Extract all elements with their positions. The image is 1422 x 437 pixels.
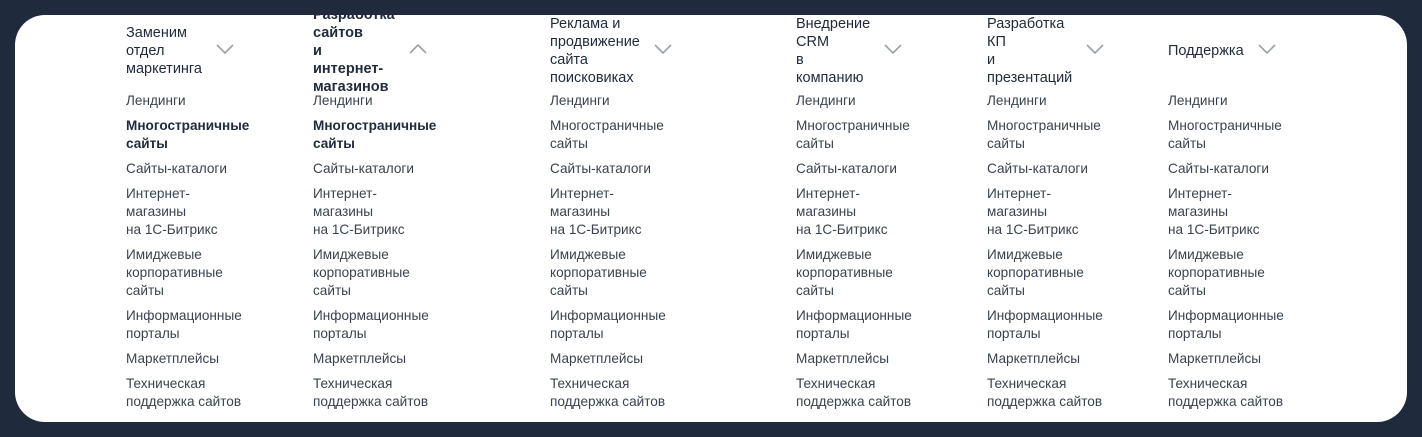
- menu-link-сайты-каталоги[interactable]: Сайты-каталоги: [126, 160, 249, 178]
- menu-column-toggle[interactable]: Разработка КП и презентаций: [987, 16, 1104, 86]
- menu-link-информационные-порталы[interactable]: Информационные порталы: [1168, 307, 1284, 343]
- menu-item-list: Лендинги Многостраничные сайты Сайты-катал…: [987, 92, 1103, 418]
- menu-link-лендинги[interactable]: Лендинги: [987, 92, 1103, 110]
- menu-link-маркетплейсы[interactable]: Маркетплейсы: [550, 350, 666, 368]
- menu-item-list: Лендинги Многостраничные сайты Сайты-катал…: [126, 92, 249, 418]
- menu-link-лендинги[interactable]: Лендинги: [1168, 92, 1284, 110]
- menu-column-toggle[interactable]: Заменим отдел маркетинга: [126, 25, 234, 77]
- menu-link-имиджевые-корпоративные-сайты[interactable]: Имиджевые корпоративные сайты: [1168, 246, 1284, 300]
- menu-column-toggle[interactable]: Внедрение CRM в компанию: [796, 16, 902, 86]
- menu-link-техническая-поддержка-сайтов[interactable]: Техническая поддержка сайтов: [1168, 375, 1284, 411]
- menu-link-лендинги[interactable]: Лендинги: [796, 92, 912, 110]
- menu-link-многостраничные-сайты[interactable]: Многостраничные сайты: [313, 117, 436, 153]
- menu-link-техническая-поддержка-сайтов[interactable]: Техническая поддержка сайтов: [313, 375, 436, 411]
- menu-link-техническая-поддержка-сайтов[interactable]: Техническая поддержка сайтов: [796, 375, 912, 411]
- menu-link-маркетплейсы[interactable]: Маркетплейсы: [796, 350, 912, 368]
- menu-link-информационные-порталы[interactable]: Информационные порталы: [987, 307, 1103, 343]
- menu-link-сайты-каталоги[interactable]: Сайты-каталоги: [796, 160, 912, 178]
- menu-link-лендинги[interactable]: Лендинги: [550, 92, 666, 110]
- menu-column-title[interactable]: Реклама и продвижение сайта поисковиках: [550, 15, 640, 87]
- chevron-down-icon[interactable]: [216, 43, 234, 55]
- menu-link-техническая-поддержка-сайтов[interactable]: Техническая поддержка сайтов: [126, 375, 249, 411]
- menu-item-list: Лендинги Многостраничные сайты Сайты-катал…: [1168, 92, 1284, 418]
- menu-link-сайты-каталоги[interactable]: Сайты-каталоги: [313, 160, 436, 178]
- menu-column-toggle[interactable]: Разработка сайтов и интернет-магазинов: [313, 15, 427, 95]
- menu-column-title[interactable]: Разработка сайтов и интернет-магазинов: [313, 15, 395, 96]
- menu-column-toggle[interactable]: Поддержка: [1168, 32, 1276, 70]
- menu-link-лендинги[interactable]: Лендинги: [126, 92, 249, 110]
- menu-link-техническая-поддержка-сайтов[interactable]: Техническая поддержка сайтов: [987, 375, 1103, 411]
- menu-link-сайты-каталоги[interactable]: Сайты-каталоги: [1168, 160, 1284, 178]
- chevron-down-icon[interactable]: [1086, 43, 1104, 55]
- menu-link-многостраничные-сайты[interactable]: Многостраничные сайты: [796, 117, 912, 153]
- menu-link-информационные-порталы[interactable]: Информационные порталы: [550, 307, 666, 343]
- menu-link-интернет-магазины-на-1с-битрикс[interactable]: Интернет-магазины на 1С-Битрикс: [126, 185, 249, 239]
- menu-panel: Заменим отдел маркетинга Лендинги Многостр…: [15, 15, 1407, 422]
- menu-link-многостраничные-сайты[interactable]: Многостраничные сайты: [987, 117, 1103, 153]
- menu-link-информационные-порталы[interactable]: Информационные порталы: [796, 307, 912, 343]
- menu-link-интернет-магазины-на-1с-битрикс[interactable]: Интернет-магазины на 1С-Битрикс: [987, 185, 1103, 239]
- menu-link-сайты-каталоги[interactable]: Сайты-каталоги: [550, 160, 666, 178]
- menu-column-title[interactable]: Поддержка: [1168, 42, 1244, 60]
- menu-link-имиджевые-корпоративные-сайты[interactable]: Имиджевые корпоративные сайты: [796, 246, 912, 300]
- menu-link-многостраничные-сайты[interactable]: Многостраничные сайты: [1168, 117, 1284, 153]
- menu-link-многостраничные-сайты[interactable]: Многостраничные сайты: [550, 117, 666, 153]
- menu-link-лендинги[interactable]: Лендинги: [313, 92, 436, 110]
- menu-link-интернет-магазины-на-1с-битрикс[interactable]: Интернет-магазины на 1С-Битрикс: [313, 185, 436, 239]
- menu-link-маркетплейсы[interactable]: Маркетплейсы: [1168, 350, 1284, 368]
- menu-column-title[interactable]: Внедрение CRM в компанию: [796, 15, 870, 87]
- menu-item-list: Лендинги Многостраничные сайты Сайты-катал…: [796, 92, 912, 418]
- menu-link-информационные-порталы[interactable]: Информационные порталы: [126, 307, 249, 343]
- menu-link-маркетплейсы[interactable]: Маркетплейсы: [987, 350, 1103, 368]
- menu-link-интернет-магазины-на-1с-битрикс[interactable]: Интернет-магазины на 1С-Битрикс: [796, 185, 912, 239]
- menu-link-имиджевые-корпоративные-сайты[interactable]: Имиджевые корпоративные сайты: [987, 246, 1103, 300]
- menu-link-интернет-магазины-на-1с-битрикс[interactable]: Интернет-магазины на 1С-Битрикс: [1168, 185, 1284, 239]
- menu-column-title[interactable]: Разработка КП и презентаций: [987, 15, 1072, 87]
- chevron-up-icon[interactable]: [409, 43, 427, 55]
- menu-column-title[interactable]: Заменим отдел маркетинга: [126, 24, 202, 78]
- menu-link-многостраничные-сайты[interactable]: Многостраничные сайты: [126, 117, 249, 153]
- menu-item-list: Лендинги Многостраничные сайты Сайты-катал…: [550, 92, 666, 418]
- menu-link-интернет-магазины-на-1с-битрикс[interactable]: Интернет-магазины на 1С-Битрикс: [550, 185, 666, 239]
- menu-link-имиджевые-корпоративные-сайты[interactable]: Имиджевые корпоративные сайты: [550, 246, 666, 300]
- menu-link-имиджевые-корпоративные-сайты[interactable]: Имиджевые корпоративные сайты: [313, 246, 436, 300]
- chevron-down-icon[interactable]: [1258, 43, 1276, 55]
- menu-link-сайты-каталоги[interactable]: Сайты-каталоги: [987, 160, 1103, 178]
- menu-column-toggle[interactable]: Реклама и продвижение сайта поисковиках: [550, 16, 672, 86]
- menu-link-маркетплейсы[interactable]: Маркетплейсы: [313, 350, 436, 368]
- menu-link-информационные-порталы[interactable]: Информационные порталы: [313, 307, 436, 343]
- menu-link-техническая-поддержка-сайтов[interactable]: Техническая поддержка сайтов: [550, 375, 666, 411]
- menu-link-маркетплейсы[interactable]: Маркетплейсы: [126, 350, 249, 368]
- chevron-down-icon[interactable]: [654, 43, 672, 55]
- menu-item-list: Лендинги Многостраничные сайты Сайты-катал…: [313, 92, 436, 418]
- menu-link-имиджевые-корпоративные-сайты[interactable]: Имиджевые корпоративные сайты: [126, 246, 249, 300]
- chevron-down-icon[interactable]: [884, 43, 902, 55]
